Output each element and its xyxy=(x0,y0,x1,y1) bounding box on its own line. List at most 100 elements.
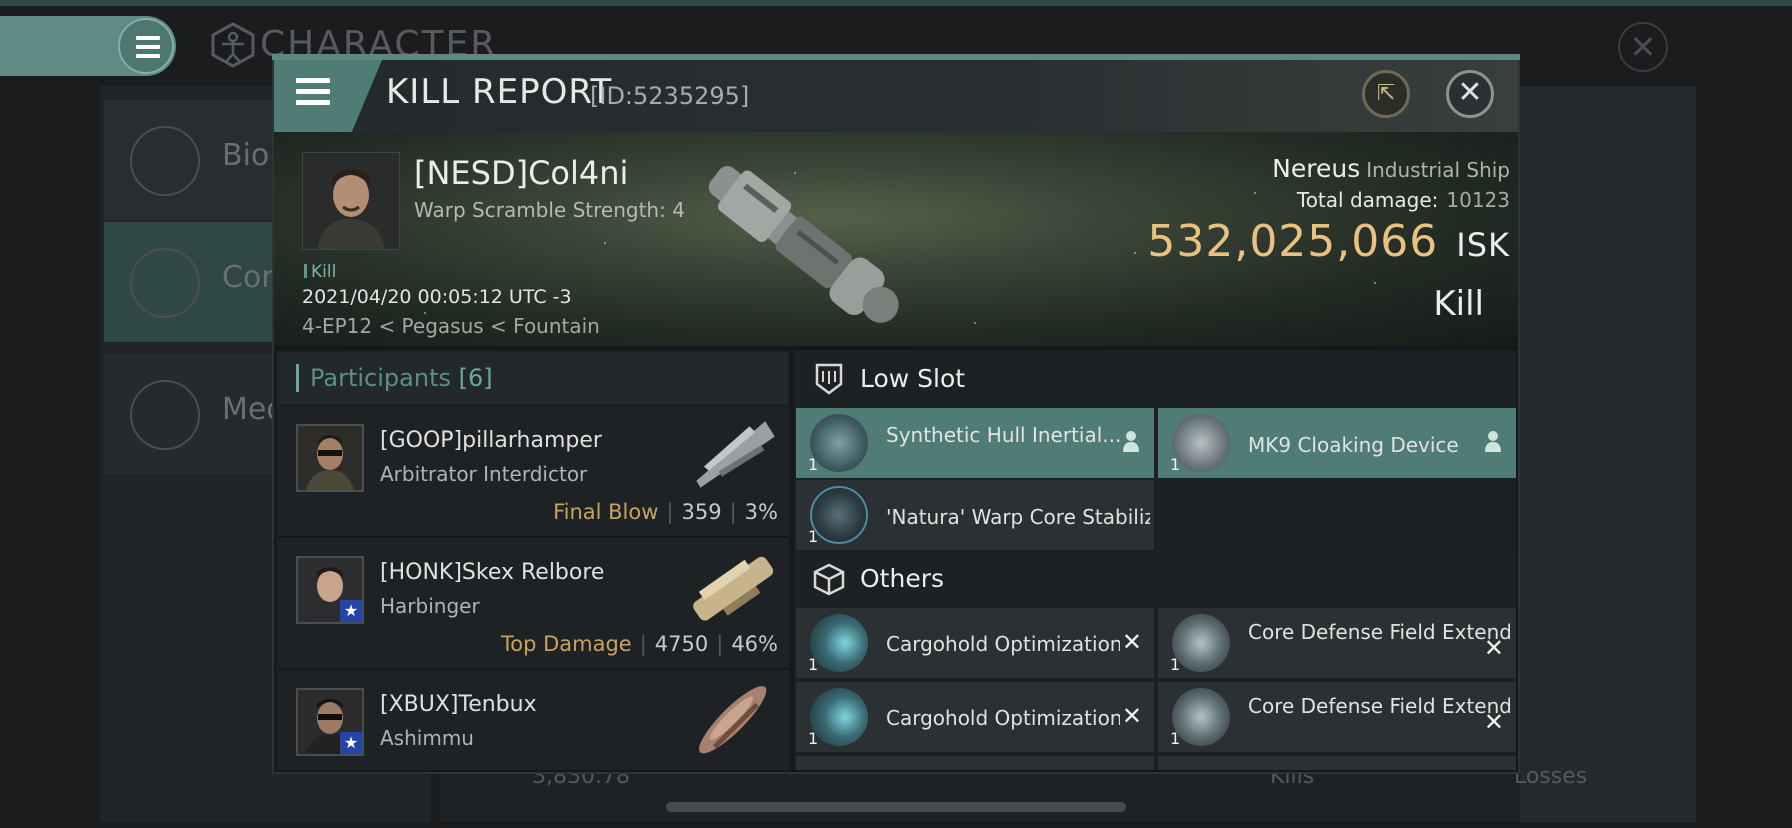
close-icon: ✕ xyxy=(1457,75,1483,110)
final-blow-label: Final Blow xyxy=(553,500,659,524)
participants-accent xyxy=(296,364,299,392)
ship-image xyxy=(693,556,774,621)
result-label: Kill xyxy=(1433,284,1484,324)
background-right-strip xyxy=(1520,86,1696,822)
participant-name: [GOOP]pillarhamper xyxy=(380,428,602,453)
share-button[interactable]: ⇱ xyxy=(1362,70,1410,118)
item-quantity: 1 xyxy=(1170,729,1181,748)
participants-label: Participants xyxy=(310,364,451,392)
total-damage-label: Total damage: xyxy=(1296,188,1439,212)
isk-unit: ISK xyxy=(1456,226,1510,264)
ship-name-line: Nereus Industrial Ship xyxy=(1272,154,1510,183)
participants-title: Participants [6] xyxy=(310,364,493,392)
participant-row[interactable]: [GOOP]pillarhamper Arbitrator Interdicto… xyxy=(278,406,788,538)
participant-percent: 46% xyxy=(731,632,778,656)
participant-ship: Harbinger xyxy=(380,594,480,618)
item-name: Synthetic Hull Inertial... xyxy=(886,423,1122,447)
top-damage-label: Top Damage xyxy=(500,632,632,656)
shield-rig-icon xyxy=(1172,688,1230,746)
cargo-item[interactable]: 1 Core Defense Field Extende... ✕ xyxy=(1158,608,1516,678)
tab-losses[interactable]: Losses xyxy=(1514,764,1587,789)
destroyed-icon: ✕ xyxy=(1483,708,1504,736)
kill-location[interactable]: 4-EP12 < Pegasus < Fountain xyxy=(302,314,600,338)
main-menu-button[interactable] xyxy=(118,18,174,74)
cargo-box-icon xyxy=(813,563,845,596)
hamburger-icon xyxy=(296,78,330,110)
cargo-item[interactable]: 1 Cargohold Optimization III ✕ xyxy=(796,682,1154,752)
victim-portrait[interactable] xyxy=(302,152,400,250)
item-quantity: 1 xyxy=(808,729,819,748)
ship-image xyxy=(696,421,775,488)
external-link-icon: ⇱ xyxy=(1376,81,1396,106)
kill-tag: Kill xyxy=(304,262,336,282)
bio-icon xyxy=(130,126,200,196)
cargo-item[interactable]: 1 Core Defense Field Extende... ✕ xyxy=(1158,682,1516,752)
kill-datetime: 2021/04/20 00:05:12 UTC -3 xyxy=(302,286,572,308)
victim-name[interactable]: [NESD]Col4ni xyxy=(414,154,628,192)
character-icon xyxy=(211,22,255,68)
cloaking-device-icon xyxy=(1172,414,1230,472)
person-icon xyxy=(1485,431,1501,452)
destroyed-icon: ✕ xyxy=(1121,628,1142,656)
ship-image xyxy=(708,166,899,323)
avatar xyxy=(303,153,399,249)
ship-image xyxy=(699,686,767,754)
avatar xyxy=(296,424,364,492)
close-icon[interactable]: ✕ xyxy=(1618,22,1668,72)
shield-rig-icon xyxy=(1172,614,1230,672)
cargohold-rig-icon xyxy=(810,614,868,672)
total-damage-value: 10123 xyxy=(1446,188,1510,212)
ship-class: Industrial Ship xyxy=(1366,158,1510,182)
star-icon xyxy=(130,380,200,450)
participant-row[interactable]: ★ [HONK]Skex Relbore Harbinger Top Damag… xyxy=(278,538,788,670)
participant-name: [HONK]Skex Relbore xyxy=(380,560,605,585)
others-header: Others xyxy=(794,552,1516,608)
total-damage-line: Total damage: 10123 xyxy=(1297,188,1510,212)
participant-damage: 4750 xyxy=(654,632,709,656)
item-name: Core Defense Field Extende... xyxy=(1248,620,1510,644)
cargohold-rig-icon xyxy=(810,688,868,746)
participants-count: [6] xyxy=(458,364,493,392)
participant-ship: Ashimmu xyxy=(380,726,474,750)
person-icon xyxy=(1123,431,1139,452)
star-icon: ★ xyxy=(340,732,362,754)
item-name: Cargohold Optimization III xyxy=(886,706,1120,730)
item-name: Core Defense Field Extende... xyxy=(1248,694,1510,718)
participant-name: [XBUX]Tenbux xyxy=(380,692,537,717)
hull-module-icon xyxy=(810,414,868,472)
fitted-item[interactable]: 1 'Natura' Warp Core Stabilizer xyxy=(796,480,1154,550)
item-quantity: 1 xyxy=(808,655,819,674)
close-button[interactable]: ✕ xyxy=(1446,70,1494,118)
hamburger-icon xyxy=(136,36,160,58)
low-slot-icon xyxy=(815,363,843,395)
avatar: ★ xyxy=(296,688,364,756)
isk-value: 532,025,066 xyxy=(1147,216,1439,267)
horizontal-scrollbar[interactable] xyxy=(666,802,1126,812)
ship-name[interactable]: Nereus xyxy=(1272,154,1360,183)
star-icon: ★ xyxy=(340,600,362,622)
participant-ship: Arbitrator Interdictor xyxy=(380,462,588,486)
item-quantity: 1 xyxy=(808,527,819,546)
item-quantity: 1 xyxy=(1170,455,1181,474)
item-name: MK9 Cloaking Device xyxy=(1248,433,1459,457)
report-id: [ID:5235295] xyxy=(590,82,750,110)
destroyed-icon: ✕ xyxy=(1483,634,1504,662)
avatar: ★ xyxy=(296,556,364,624)
report-title: KILL REPORT xyxy=(386,72,613,112)
fitted-item[interactable]: 1 MK9 Cloaking Device xyxy=(1158,408,1516,478)
others-title: Others xyxy=(860,564,945,593)
item-quantity: 1 xyxy=(808,455,819,474)
destroyed-icon: ✕ xyxy=(1121,702,1142,730)
participant-stats: Final Blow | 359 | 3% xyxy=(553,500,778,524)
participant-damage: 359 xyxy=(681,500,722,524)
top-bar xyxy=(0,0,1792,6)
fitted-item[interactable]: 1 Synthetic Hull Inertial... xyxy=(796,408,1154,478)
sidebar-item-label: Bio xyxy=(222,138,270,173)
participant-stats: Top Damage | 4750 | 46% xyxy=(500,632,778,656)
participant-row[interactable]: ★ [XBUX]Tenbux Ashimmu xyxy=(278,670,788,770)
participant-percent: 3% xyxy=(744,500,778,524)
cargo-item[interactable]: 1 Cargohold Optimization III ✕ xyxy=(796,608,1154,678)
item-quantity: 1 xyxy=(1170,655,1181,674)
cargo-item-partial xyxy=(796,756,1154,770)
low-slot-header: Low Slot xyxy=(794,352,1516,408)
